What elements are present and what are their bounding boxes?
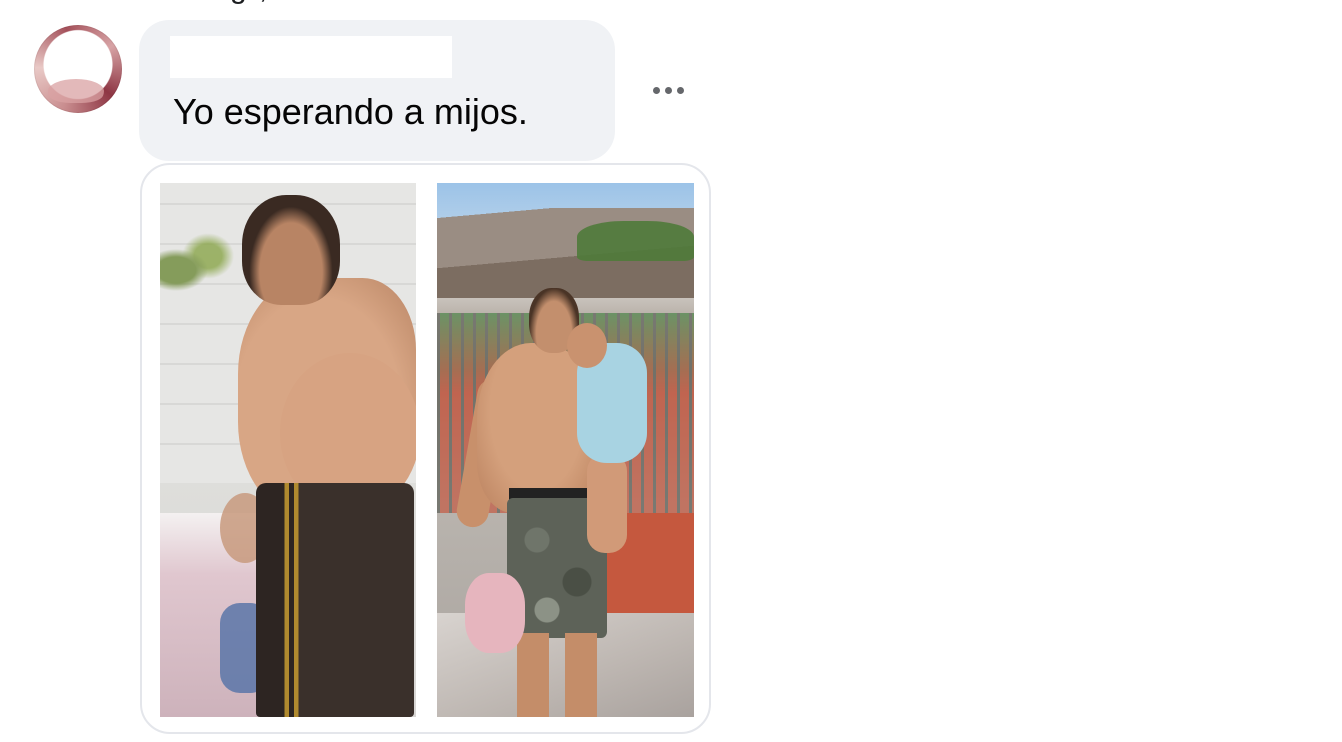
comment-text: Yo esperando a mijos.: [173, 91, 528, 132]
previous-comment-text: g ,: [230, 0, 470, 4]
comment-thread: g , Yo esperando a mijos.: [0, 0, 1342, 742]
previous-comment-cutoff: g ,: [230, 0, 470, 4]
photo-shape: [256, 483, 414, 717]
photo-shape: [242, 195, 340, 305]
photo-shape: [160, 228, 240, 298]
photo-shape: [587, 453, 627, 553]
more-horizontal-icon: [676, 86, 684, 94]
more-options-button[interactable]: [644, 74, 692, 106]
more-horizontal-icon: [664, 86, 672, 94]
photo-shape: [577, 221, 694, 261]
comment-image-attachment[interactable]: [140, 163, 711, 734]
photo-panel-right: [437, 183, 694, 717]
comment-bubble[interactable]: Yo esperando a mijos.: [139, 20, 615, 161]
more-horizontal-icon: [652, 86, 660, 94]
photo-panel-left: [160, 183, 416, 717]
photo-shape: [465, 573, 525, 653]
photo-shape: [517, 633, 597, 717]
avatar[interactable]: [34, 25, 122, 113]
author-name-redacted[interactable]: [170, 36, 452, 78]
photo-shape: [567, 323, 607, 368]
